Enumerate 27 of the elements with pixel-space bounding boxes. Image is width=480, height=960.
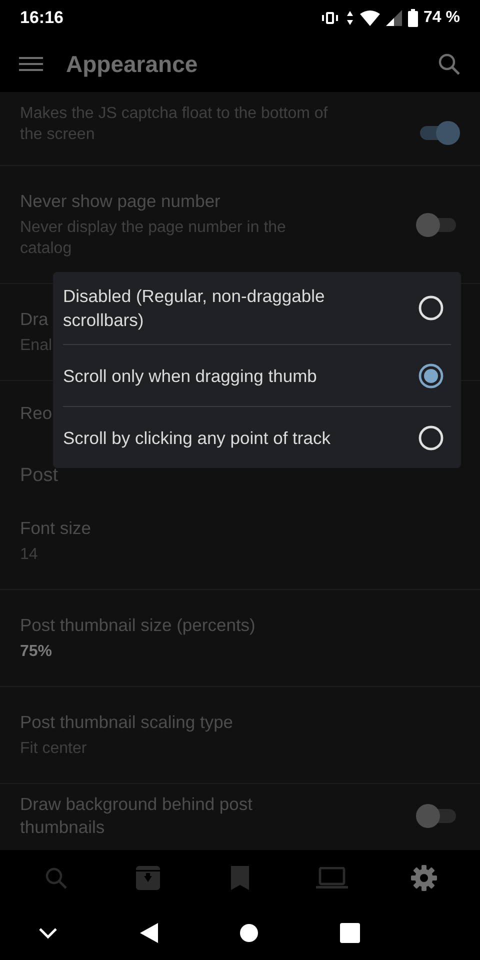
signal-icon [386, 10, 402, 26]
setting-title[interactable]: Reo [20, 402, 52, 424]
setting-title[interactable]: Post thumbnail size (percents) [20, 614, 256, 637]
back-icon[interactable] [140, 922, 158, 942]
screen-title: Appearance [66, 50, 199, 78]
search-icon[interactable] [438, 53, 460, 75]
battery-icon [408, 9, 418, 27]
menu-icon[interactable] [19, 57, 43, 71]
setting-title[interactable]: Font size [20, 517, 91, 540]
status-time: 16:16 [20, 8, 64, 28]
option-label[interactable]: Disabled (Regular, non-draggable scrollbars) [63, 284, 418, 332]
setting-title[interactable]: Never show page number [20, 190, 220, 213]
data-arrows-icon [346, 10, 354, 26]
recents-icon[interactable] [340, 922, 360, 942]
wifi-icon [360, 10, 380, 26]
setting-title[interactable]: Dra [20, 308, 48, 331]
section-header: Post [20, 465, 58, 487]
setting-description: 75% [20, 642, 52, 662]
option-label[interactable]: Scroll by clicking any point of track [63, 426, 418, 450]
battery-percent: 74 % [424, 9, 460, 27]
vibrate-icon [320, 11, 340, 25]
setting-title[interactable]: Draw background behind post thumbnails [20, 793, 336, 839]
keyboard-hide-icon[interactable] [38, 926, 58, 938]
radio-button[interactable] [418, 362, 444, 388]
home-icon[interactable] [240, 924, 258, 942]
option-label[interactable]: Scroll only when dragging thumb [63, 364, 418, 388]
setting-title[interactable]: Post thumbnail scaling type [20, 711, 234, 734]
